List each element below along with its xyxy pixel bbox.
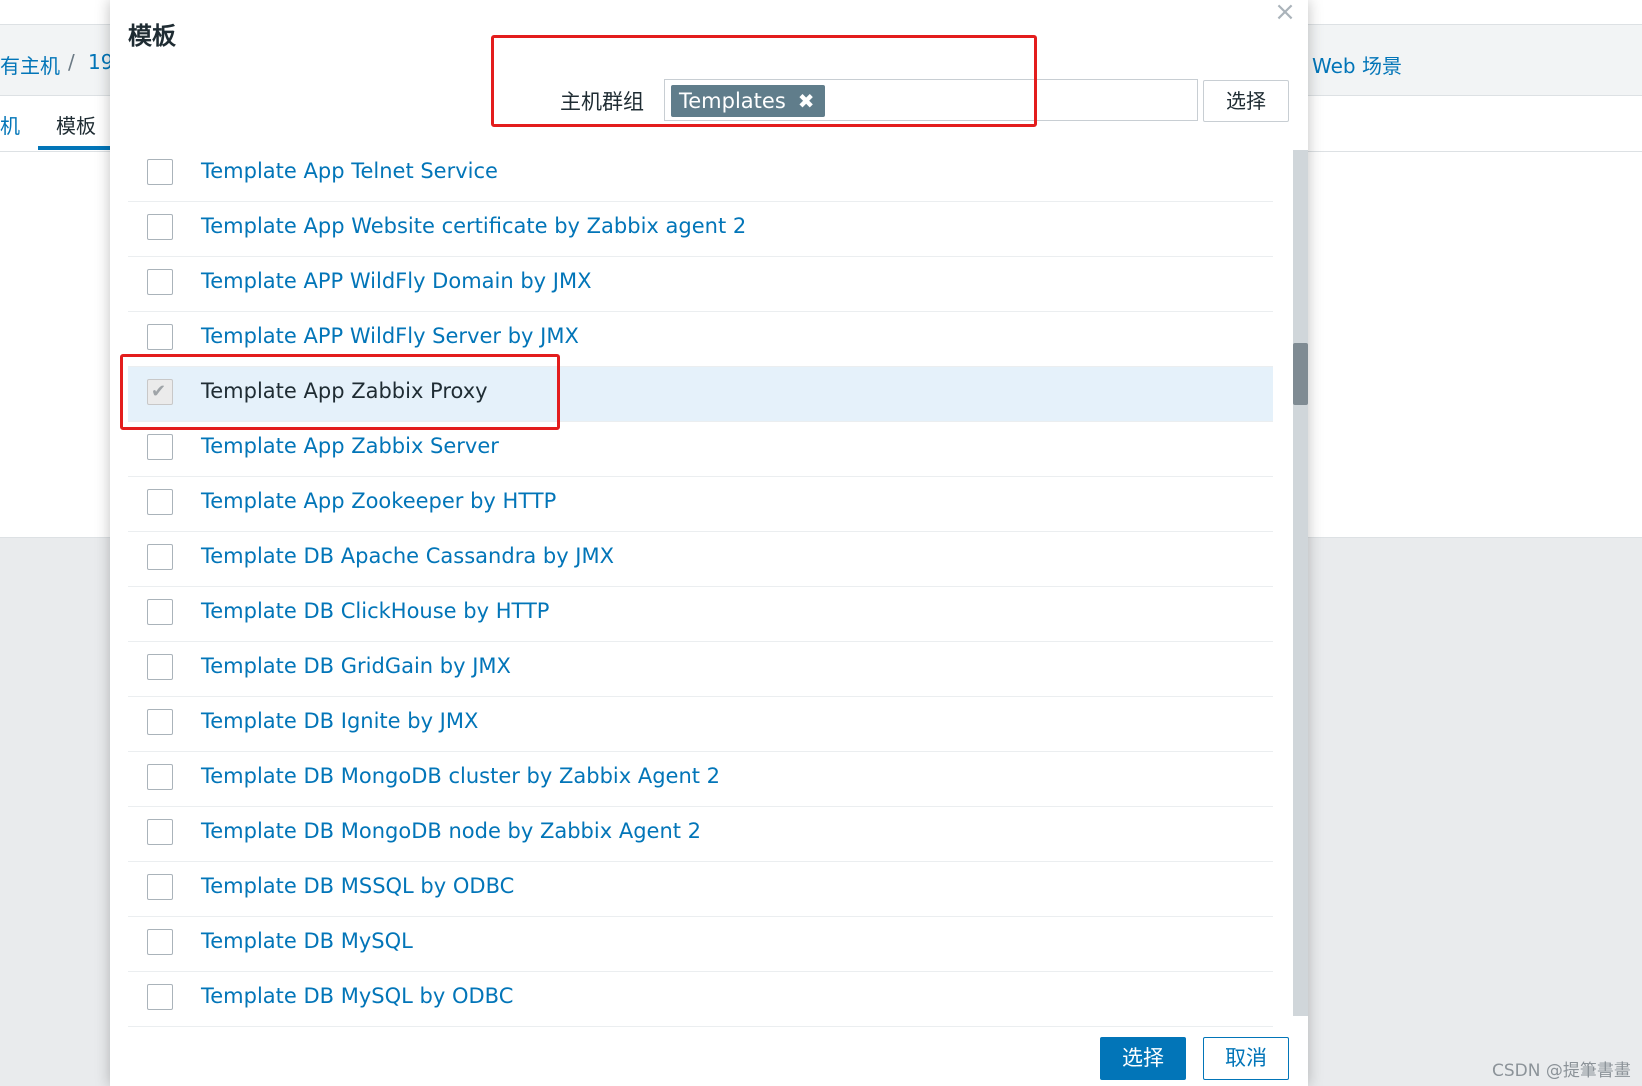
template-checkbox[interactable] [147, 929, 173, 955]
template-checkbox[interactable] [147, 764, 173, 790]
remove-tag-icon[interactable]: ✖ [798, 85, 815, 117]
template-row[interactable]: Template APP WildFly Domain by JMX [128, 257, 1273, 312]
breadcrumb-web-scenarios[interactable]: Web 场景 [1312, 50, 1402, 79]
template-name-link[interactable]: Template App Zabbix Server [201, 434, 499, 458]
watermark: CSDN @提筆書畫 [1492, 1061, 1631, 1081]
template-name-link[interactable]: Template APP WildFly Domain by JMX [201, 269, 591, 293]
template-name-link[interactable]: Template DB MSSQL by ODBC [201, 874, 514, 898]
template-row[interactable]: Template App Website certificate by Zabb… [128, 202, 1273, 257]
template-row[interactable]: Template DB GridGain by JMX [128, 642, 1273, 697]
template-row[interactable]: Template DB MySQL by ODBC [128, 972, 1273, 1027]
template-row[interactable]: Template DB Ignite by JMX [128, 697, 1273, 752]
template-checkbox[interactable] [147, 654, 173, 680]
host-group-multiselect[interactable]: Templates ✖ [664, 79, 1198, 121]
template-row[interactable]: ✔ Template App Zabbix Proxy [120, 354, 1273, 430]
template-name-link[interactable]: Template DB MySQL [201, 929, 413, 953]
template-name-link[interactable]: Template App Website certificate by Zabb… [201, 214, 746, 238]
template-checkbox[interactable] [147, 324, 173, 350]
template-name-link[interactable]: Template App Telnet Service [201, 159, 498, 183]
scrollbar-thumb[interactable] [1293, 343, 1308, 405]
template-name-link[interactable]: Template DB Ignite by JMX [201, 709, 478, 733]
template-name-link[interactable]: Template App Zookeeper by HTTP [201, 489, 556, 513]
breadcrumb-hosts[interactable]: 有主机 [0, 50, 60, 79]
template-row[interactable]: Template DB ClickHouse by HTTP [128, 587, 1273, 642]
template-name-link[interactable]: Template DB MongoDB node by Zabbix Agent… [201, 819, 701, 843]
template-checkbox[interactable] [147, 214, 173, 240]
template-checkbox[interactable] [147, 434, 173, 460]
checkmark-icon: ✔ [151, 381, 167, 402]
template-row[interactable]: Template App Zabbix Server [128, 422, 1273, 477]
template-row[interactable]: Template APP WildFly Server by JMX [128, 312, 1273, 367]
template-checkbox[interactable] [147, 599, 173, 625]
template-checkbox[interactable] [147, 984, 173, 1010]
template-name-link[interactable]: Template DB GridGain by JMX [201, 654, 511, 678]
close-icon[interactable]: × [1272, 0, 1298, 26]
template-checkbox[interactable] [147, 159, 173, 185]
template-row[interactable]: Template App Zookeeper by HTTP [128, 477, 1273, 532]
tab-host[interactable]: 机 [0, 110, 20, 139]
template-checkbox[interactable]: ✔ [147, 379, 173, 405]
template-list: Template App Telnet Service Template App … [120, 147, 1273, 1027]
template-checkbox[interactable] [147, 489, 173, 515]
template-checkbox[interactable] [147, 709, 173, 735]
template-name-link[interactable]: Template DB Apache Cassandra by JMX [201, 544, 614, 568]
template-row[interactable]: Template App Telnet Service [128, 147, 1273, 202]
template-row[interactable]: Template DB Apache Cassandra by JMX [128, 532, 1273, 587]
active-tab-indicator [38, 146, 110, 150]
template-checkbox[interactable] [147, 874, 173, 900]
template-checkbox[interactable] [147, 819, 173, 845]
template-checkbox[interactable] [147, 544, 173, 570]
select-button[interactable]: 选择 [1100, 1037, 1186, 1080]
template-checkbox[interactable] [147, 269, 173, 295]
template-name-link[interactable]: Template DB ClickHouse by HTTP [201, 599, 549, 623]
cancel-button[interactable]: 取消 [1203, 1037, 1289, 1080]
template-name-link[interactable]: Template DB MongoDB cluster by Zabbix Ag… [201, 764, 720, 788]
templates-dialog: 模板 × 主机群组 Templates ✖ 选择 Template App Te… [110, 0, 1308, 1086]
tab-templates[interactable]: 模板 [56, 110, 96, 139]
template-row[interactable]: Template DB MySQL [128, 917, 1273, 972]
dialog-title: 模板 [128, 22, 176, 50]
template-name-link[interactable]: Template App Zabbix Proxy [201, 379, 488, 403]
template-row[interactable]: Template DB MongoDB node by Zabbix Agent… [128, 807, 1273, 862]
template-row[interactable]: Template DB MSSQL by ODBC [128, 862, 1273, 917]
breadcrumb-separator: / [68, 50, 75, 74]
host-group-select-button[interactable]: 选择 [1203, 80, 1289, 122]
template-name-link[interactable]: Template APP WildFly Server by JMX [201, 324, 579, 348]
host-group-label: 主机群组 [560, 90, 644, 114]
template-name-link[interactable]: Template DB MySQL by ODBC [201, 984, 513, 1008]
host-group-tag-label: Templates [679, 89, 786, 113]
scrollbar[interactable] [1293, 150, 1308, 1016]
host-group-tag: Templates ✖ [671, 85, 825, 117]
template-row[interactable]: Template DB MongoDB cluster by Zabbix Ag… [128, 752, 1273, 807]
